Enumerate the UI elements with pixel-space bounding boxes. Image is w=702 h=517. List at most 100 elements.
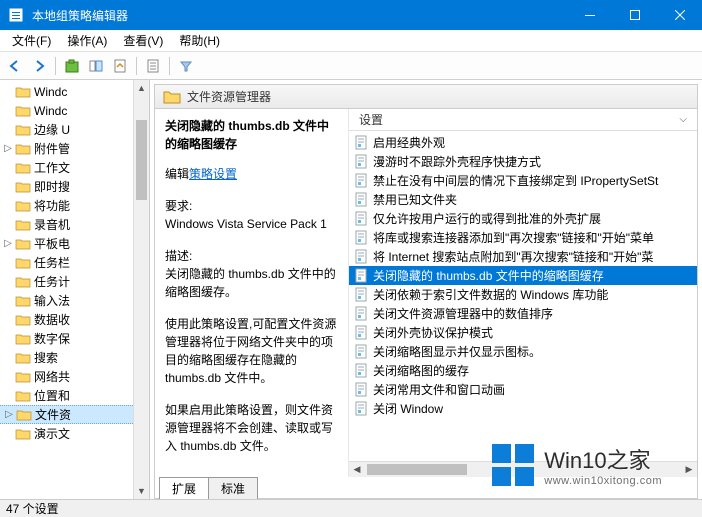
tree-item-label: 网络共 [34,368,70,385]
toolbar-separator [169,57,170,75]
list-item[interactable]: 禁止在没有中间层的情况下直接绑定到 IPropertySetSt [349,171,697,190]
column-header-label: 设置 [359,111,383,128]
details-pane: 文件资源管理器 关闭隐藏的 thumbs.db 文件中的缩略图缓存 编辑策略设置… [150,80,702,499]
close-button[interactable] [657,0,702,30]
folder-icon [15,104,31,118]
policy-icon [353,382,369,398]
tree-item[interactable]: 数据收 [0,310,149,329]
tree-item[interactable]: 录音机 [0,215,149,234]
tree-item[interactable]: 网络共 [0,367,149,386]
properties-button[interactable] [142,55,164,77]
tree-item-label: 数字保 [34,330,70,347]
tree-item[interactable]: ▷ 附件管 [0,139,149,158]
scroll-right-arrow[interactable]: ▶ [681,464,697,475]
scroll-left-arrow[interactable]: ◀ [349,464,365,475]
policy-icon [353,344,369,360]
tab-extended[interactable]: 扩展 [159,477,209,499]
folder-icon [15,218,31,232]
list-item[interactable]: 关闭文件资源管理器中的数值排序 [349,304,697,323]
tree-item[interactable]: 演示文 [0,424,149,443]
list-item[interactable]: 禁用已知文件夹 [349,190,697,209]
list-item[interactable]: 关闭缩略图显示并仅显示图标。 [349,342,697,361]
requirements-label: 要求: [165,197,338,215]
export-button[interactable] [109,55,131,77]
list-item[interactable]: 将库或搜索连接器添加到"再次搜索"链接和"开始"菜单 [349,228,697,247]
expander-icon[interactable]: ▷ [2,143,14,154]
list-item[interactable]: 将 Internet 搜索站点附加到"再次搜索"链接和"开始"菜 [349,247,697,266]
tree-item[interactable]: Windc [0,82,149,101]
tree-item-label: 将功能 [34,197,70,214]
list-column-header[interactable]: 设置 ⌵ [349,109,697,131]
show-hide-button[interactable] [85,55,107,77]
list-item-label: 关闭隐藏的 thumbs.db 文件中的缩略图缓存 [373,267,604,284]
menu-action[interactable]: 操作(A) [59,30,115,51]
forward-button[interactable] [28,55,50,77]
list-item[interactable]: 仅允许按用户运行的或得到批准的外壳扩展 [349,209,697,228]
expander-icon[interactable]: ▷ [2,238,14,249]
status-text: 47 个设置 [6,500,59,517]
list-item[interactable]: 关闭缩略图的缓存 [349,361,697,380]
folder-icon [15,313,31,327]
list-item[interactable]: 关闭 Window [349,399,697,418]
list-item[interactable]: 关闭常用文件和窗口动画 [349,380,697,399]
scroll-down-arrow[interactable]: ▼ [134,483,149,499]
toolbar [0,52,702,80]
hscroll-thumb[interactable] [367,464,467,475]
policy-icon [353,211,369,227]
expander-icon[interactable]: ▷ [3,409,15,420]
tree-item[interactable]: ▷ 平板电 [0,234,149,253]
list-item[interactable]: 漫游时不跟踪外壳程序快捷方式 [349,152,697,171]
settings-list[interactable]: 启用经典外观漫游时不跟踪外壳程序快捷方式禁止在没有中间层的情况下直接绑定到 IP… [349,131,697,461]
requirements-value: Windows Vista Service Pack 1 [165,215,338,233]
tree-item[interactable]: 搜索 [0,348,149,367]
menu-bar: 文件(F) 操作(A) 查看(V) 帮助(H) [0,30,702,52]
back-button[interactable] [4,55,26,77]
horizontal-scrollbar[interactable]: ◀ ▶ [349,461,697,477]
description-text-3: 如果启用此策略设置，则文件资源管理器将不会创建、读取或写入 thumbs.db … [165,401,338,455]
minimize-button[interactable] [567,0,612,30]
policy-icon [353,192,369,208]
tree-item-label: 任务计 [34,273,70,290]
tree-item[interactable]: 数字保 [0,329,149,348]
tree-item-label: 即时搜 [34,178,70,195]
menu-view[interactable]: 查看(V) [115,30,171,51]
tree-scroll-thumb[interactable] [136,120,147,200]
menu-help[interactable]: 帮助(H) [171,30,228,51]
maximize-button[interactable] [612,0,657,30]
list-item[interactable]: 关闭依赖于索引文件数据的 Windows 库功能 [349,285,697,304]
folder-icon [15,85,31,99]
up-button[interactable] [61,55,83,77]
settings-list-panel: 设置 ⌵ 启用经典外观漫游时不跟踪外壳程序快捷方式禁止在没有中间层的情况下直接绑… [349,109,697,477]
list-item[interactable]: 启用经典外观 [349,133,697,152]
tree-item[interactable]: 任务计 [0,272,149,291]
folder-icon [15,161,31,175]
tree-item[interactable]: 即时搜 [0,177,149,196]
list-item-label: 启用经典外观 [373,134,445,151]
scroll-up-arrow[interactable]: ▲ [134,80,149,96]
tree-item[interactable]: Windc [0,101,149,120]
tree-view[interactable]: WindcWindc边缘 U▷附件管工作文即时搜将功能录音机▷平板电任务栏任务计… [0,80,150,499]
tree-item[interactable]: 任务栏 [0,253,149,272]
tree-item[interactable]: 边缘 U [0,120,149,139]
folder-icon [15,142,31,156]
tree-item[interactable]: ▷文件资 [0,405,149,424]
list-item[interactable]: 关闭外壳协议保护模式 [349,323,697,342]
tree-item-label: 演示文 [34,425,70,442]
tree-item-label: 输入法 [34,292,70,309]
filter-button[interactable] [175,55,197,77]
menu-file[interactable]: 文件(F) [4,30,59,51]
tree-item[interactable]: 工作文 [0,158,149,177]
list-item[interactable]: 关闭隐藏的 thumbs.db 文件中的缩略图缓存 [349,266,697,285]
edit-policy-link[interactable]: 策略设置 [189,167,237,181]
tree-item[interactable]: 将功能 [0,196,149,215]
tree-item-label: 平板电 [34,235,70,252]
tree-item[interactable]: 位置和 [0,386,149,405]
folder-icon [163,89,181,105]
policy-icon [353,154,369,170]
tree-item-label: 附件管 [34,140,70,157]
tree-item[interactable]: 输入法 [0,291,149,310]
folder-icon [15,180,31,194]
status-bar: 47 个设置 [0,499,702,517]
tab-standard[interactable]: 标准 [208,477,258,499]
tree-scrollbar[interactable]: ▲ ▼ [133,80,149,499]
